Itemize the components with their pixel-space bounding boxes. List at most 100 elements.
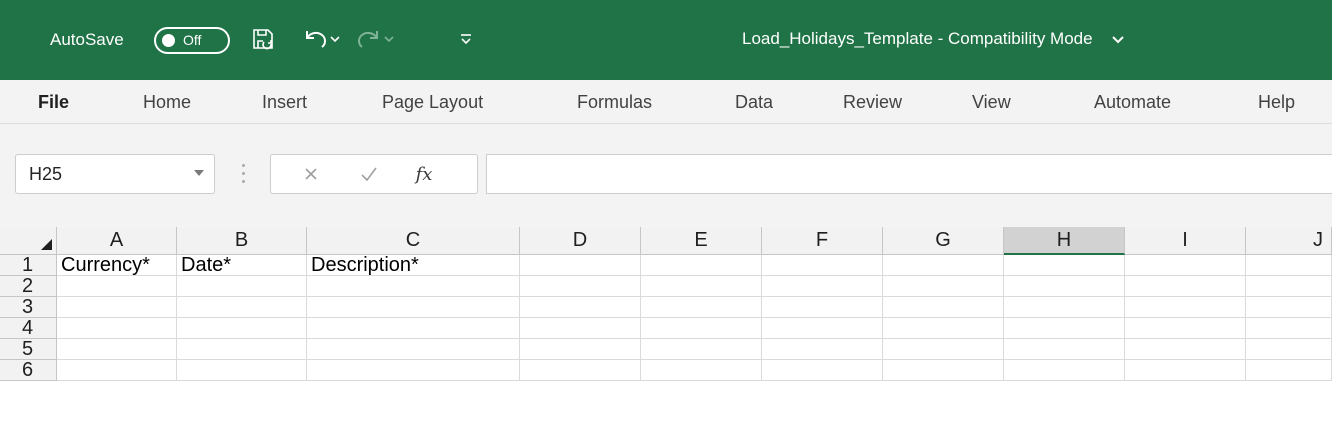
- cell-e5[interactable]: [641, 339, 762, 360]
- column-header-i[interactable]: I: [1125, 227, 1246, 255]
- cell-b5[interactable]: [177, 339, 307, 360]
- name-box[interactable]: H25: [15, 154, 215, 194]
- cell-i1[interactable]: [1125, 255, 1246, 276]
- tab-home[interactable]: Home: [143, 92, 191, 113]
- cell-a3[interactable]: [57, 297, 177, 318]
- cell-h6[interactable]: [1004, 360, 1125, 381]
- enter-icon[interactable]: [344, 155, 394, 193]
- autosave-toggle[interactable]: Off: [154, 27, 230, 54]
- cell-h5[interactable]: [1004, 339, 1125, 360]
- cell-f3[interactable]: [762, 297, 883, 318]
- column-header-c[interactable]: C: [307, 227, 520, 255]
- cell-e2[interactable]: [641, 276, 762, 297]
- cell-c3[interactable]: [307, 297, 520, 318]
- cell-g4[interactable]: [883, 318, 1004, 339]
- cell-a2[interactable]: [57, 276, 177, 297]
- cell-i5[interactable]: [1125, 339, 1246, 360]
- column-header-g[interactable]: G: [883, 227, 1004, 255]
- cell-c2[interactable]: [307, 276, 520, 297]
- cell-j3[interactable]: [1246, 297, 1332, 318]
- cell-h2[interactable]: [1004, 276, 1125, 297]
- column-header-j[interactable]: J: [1246, 227, 1332, 255]
- cell-b1[interactable]: Date*: [177, 255, 307, 276]
- formula-bar-resize-handle[interactable]: [242, 164, 246, 184]
- cell-e1[interactable]: [641, 255, 762, 276]
- cell-i2[interactable]: [1125, 276, 1246, 297]
- cell-g3[interactable]: [883, 297, 1004, 318]
- cell-a4[interactable]: [57, 318, 177, 339]
- column-header-e[interactable]: E: [641, 227, 762, 255]
- cell-h4[interactable]: [1004, 318, 1125, 339]
- formula-input[interactable]: [486, 154, 1332, 194]
- cell-h1[interactable]: [1004, 255, 1125, 276]
- cell-a1[interactable]: Currency*: [57, 255, 177, 276]
- tab-file[interactable]: File: [38, 92, 69, 113]
- save-icon[interactable]: [247, 22, 279, 56]
- cell-c5[interactable]: [307, 339, 520, 360]
- cell-i4[interactable]: [1125, 318, 1246, 339]
- tab-help[interactable]: Help: [1258, 92, 1295, 113]
- row-header-5[interactable]: 5: [0, 339, 57, 360]
- cell-g6[interactable]: [883, 360, 1004, 381]
- cell-f4[interactable]: [762, 318, 883, 339]
- cell-b4[interactable]: [177, 318, 307, 339]
- cell-j5[interactable]: [1246, 339, 1332, 360]
- cell-g1[interactable]: [883, 255, 1004, 276]
- cell-c1[interactable]: Description*: [307, 255, 520, 276]
- redo-dropdown-icon[interactable]: [380, 22, 398, 56]
- cell-j2[interactable]: [1246, 276, 1332, 297]
- tab-view[interactable]: View: [972, 92, 1011, 113]
- cell-f5[interactable]: [762, 339, 883, 360]
- cell-g5[interactable]: [883, 339, 1004, 360]
- cell-j4[interactable]: [1246, 318, 1332, 339]
- tab-formulas[interactable]: Formulas: [577, 92, 652, 113]
- row-header-4[interactable]: 4: [0, 318, 57, 339]
- cell-a5[interactable]: [57, 339, 177, 360]
- cell-d2[interactable]: [520, 276, 641, 297]
- cell-i3[interactable]: [1125, 297, 1246, 318]
- row-header-3[interactable]: 3: [0, 297, 57, 318]
- cell-h3[interactable]: [1004, 297, 1125, 318]
- select-all-button[interactable]: [0, 227, 57, 255]
- row-header-6[interactable]: 6: [0, 360, 57, 381]
- tab-page-layout[interactable]: Page Layout: [382, 92, 483, 113]
- name-box-dropdown-icon[interactable]: [194, 170, 204, 176]
- cell-c4[interactable]: [307, 318, 520, 339]
- cell-g2[interactable]: [883, 276, 1004, 297]
- column-header-a[interactable]: A: [57, 227, 177, 255]
- column-header-f[interactable]: F: [762, 227, 883, 255]
- cell-i6[interactable]: [1125, 360, 1246, 381]
- cell-e4[interactable]: [641, 318, 762, 339]
- cell-d3[interactable]: [520, 297, 641, 318]
- cell-d1[interactable]: [520, 255, 641, 276]
- cell-j6[interactable]: [1246, 360, 1332, 381]
- row-header-1[interactable]: 1: [0, 255, 57, 276]
- cell-b6[interactable]: [177, 360, 307, 381]
- cell-b2[interactable]: [177, 276, 307, 297]
- cell-d4[interactable]: [520, 318, 641, 339]
- cell-f1[interactable]: [762, 255, 883, 276]
- tab-data[interactable]: Data: [735, 92, 773, 113]
- undo-dropdown-icon[interactable]: [326, 22, 344, 56]
- cell-f2[interactable]: [762, 276, 883, 297]
- insert-function-icon[interactable]: fx: [399, 155, 449, 193]
- tab-automate[interactable]: Automate: [1094, 92, 1171, 113]
- column-header-d[interactable]: D: [520, 227, 641, 255]
- cell-a6[interactable]: [57, 360, 177, 381]
- row-header-2[interactable]: 2: [0, 276, 57, 297]
- cell-d6[interactable]: [520, 360, 641, 381]
- cell-e6[interactable]: [641, 360, 762, 381]
- cancel-icon[interactable]: [286, 155, 336, 193]
- column-header-b[interactable]: B: [177, 227, 307, 255]
- cell-f6[interactable]: [762, 360, 883, 381]
- cell-j1[interactable]: [1246, 255, 1332, 276]
- column-header-h[interactable]: H: [1004, 227, 1125, 255]
- cell-d5[interactable]: [520, 339, 641, 360]
- customize-quick-access-icon[interactable]: [455, 22, 477, 56]
- title-dropdown-icon[interactable]: [1111, 33, 1125, 47]
- cell-b3[interactable]: [177, 297, 307, 318]
- tab-review[interactable]: Review: [843, 92, 902, 113]
- tab-insert[interactable]: Insert: [262, 92, 307, 113]
- document-title[interactable]: Load_Holidays_Template - Compatibility M…: [742, 29, 1093, 49]
- cell-e3[interactable]: [641, 297, 762, 318]
